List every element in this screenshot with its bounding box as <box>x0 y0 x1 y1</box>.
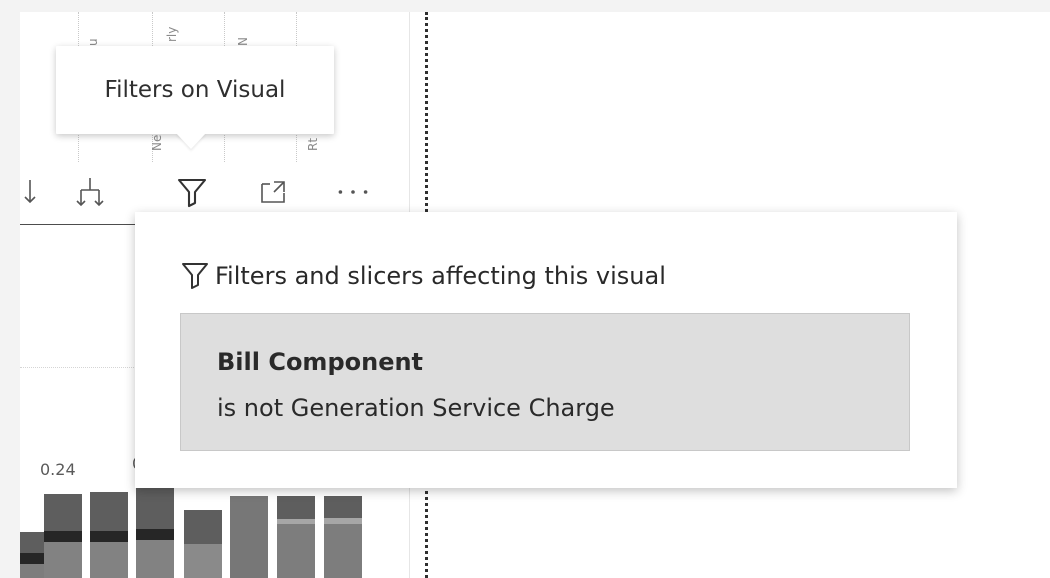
partial-axis-label: Rt <box>306 137 320 151</box>
filter-field-name: Bill Component <box>217 348 424 376</box>
filter-condition: is not Generation Service Charge <box>217 394 615 422</box>
data-label: 0.24 <box>40 460 76 479</box>
bar <box>90 492 128 578</box>
funnel-icon[interactable] <box>174 172 210 212</box>
bar <box>184 510 222 578</box>
tooltip-text: Filters on Visual <box>104 77 286 103</box>
popup-title-row: Filters and slicers affecting this visua… <box>180 260 666 291</box>
expand-icon-graphic <box>261 181 285 203</box>
bar <box>230 496 268 578</box>
filter-card[interactable]: Bill Component is not Generation Service… <box>180 313 910 451</box>
drill-down-icon-graphic <box>76 178 104 207</box>
bar <box>136 488 174 578</box>
filters-on-visual-tooltip: Filters on Visual <box>56 46 334 134</box>
funnel-icon-graphic <box>177 178 207 208</box>
arrow-down-icon[interactable] <box>20 172 48 212</box>
partial-axis-label: N <box>236 37 250 46</box>
funnel-icon <box>180 260 210 291</box>
arrow-down-icon-graphic <box>24 180 36 204</box>
expand-icon[interactable] <box>255 172 291 212</box>
bar <box>324 496 362 578</box>
popup-title: Filters and slicers affecting this visua… <box>215 261 666 290</box>
drill-down-icon[interactable] <box>72 172 108 212</box>
bar <box>44 494 82 578</box>
filters-popup: Filters and slicers affecting this visua… <box>135 212 957 488</box>
ellipsis-icon[interactable] <box>335 172 371 212</box>
visual-header-toolbar <box>20 172 390 216</box>
popup-funnel-icon-graphic <box>182 263 208 289</box>
partial-axis-label: Ne <box>150 134 164 151</box>
partial-axis-label: rly <box>165 26 179 42</box>
bar <box>277 496 315 578</box>
ellipsis-icon-graphic <box>338 190 368 194</box>
partial-axis-label: u <box>86 38 100 46</box>
tooltip-pointer <box>176 133 206 149</box>
